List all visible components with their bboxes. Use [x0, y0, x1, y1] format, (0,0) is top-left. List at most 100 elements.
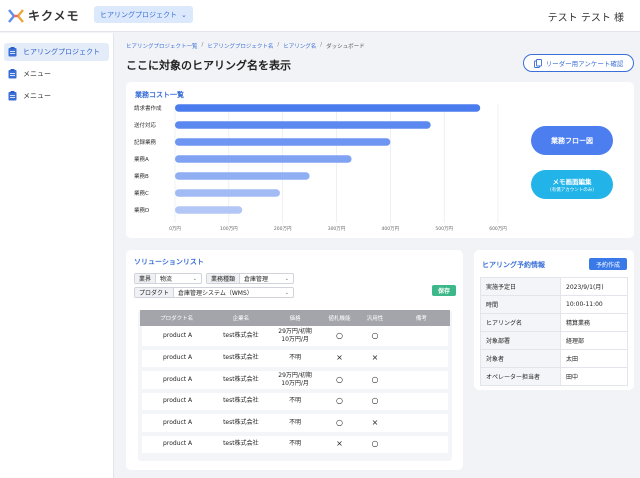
- company-cell: test株式会社: [213, 390, 269, 414]
- clipboard-icon: [8, 47, 17, 57]
- solution-table: プロダクト名 企業名 価格 値札機能 汎用性 備考 product Atest株…: [138, 310, 452, 457]
- versatility-mark: ○: [357, 369, 393, 393]
- sidebar-item-hearing-project[interactable]: ヒアリングプロジェクト: [4, 43, 109, 61]
- category-label: 業務C: [134, 189, 149, 197]
- breadcrumb-link[interactable]: ヒアリングプロジェクト一覧: [126, 42, 198, 50]
- column-header: 企業名: [213, 310, 269, 326]
- x-tick-label: 300万円: [328, 226, 346, 232]
- chevron-down-icon: ⌄: [192, 275, 197, 282]
- product-filter-value: 倉庫管理システム（WMS）: [178, 290, 253, 297]
- category-label: 業務D: [134, 206, 149, 214]
- price-tag-mark: ×: [321, 433, 358, 457]
- solution-table-body: product Atest株式会社 29万円/初期 10万円/月 ○ ○ product…: [138, 326, 452, 457]
- table-header-row: プロダクト名 企業名 価格 値札機能 汎用性 備考: [140, 310, 450, 326]
- column-header: 価格: [268, 310, 322, 326]
- breadcrumb-link[interactable]: ヒアリングプロジェクト名: [207, 42, 273, 50]
- column-header: プロダクト名: [140, 310, 214, 326]
- schedule-row: 対象部署 経理部: [480, 331, 628, 350]
- price-tag-mark: ×: [321, 347, 358, 371]
- company-cell: test株式会社: [213, 347, 269, 371]
- table-row[interactable]: product Atest株式会社 29万円/初期 10万円/月 ○ ○: [138, 369, 452, 393]
- breadcrumb: ヒアリングプロジェクト一覧 / ヒアリングプロジェクト名 / ヒアリング名 / …: [126, 42, 365, 50]
- breadcrumb-current: ダッシュボード: [326, 44, 365, 50]
- app-logo[interactable]: キクメモ: [8, 7, 80, 24]
- product-filter[interactable]: プロダクト 倉庫管理システム（WMS） ⌄: [134, 287, 294, 298]
- schedule-value: 経理部: [560, 331, 628, 350]
- versatility-mark: ×: [357, 347, 393, 371]
- schedule-row: 実施予定日 2023/9/1(月): [480, 277, 628, 296]
- company-cell: test株式会社: [213, 369, 269, 393]
- top-bar: キクメモ ヒアリングプロジェクト ⌄ テスト テスト 様: [0, 0, 640, 32]
- schedule-key: 対象者: [480, 349, 561, 368]
- project-select-value: ヒアリングプロジェクト: [100, 10, 177, 19]
- versatility-mark: ○: [357, 326, 393, 350]
- price-cell: 不明: [268, 390, 322, 414]
- table-row[interactable]: product Atest株式会社 不明 ○ ×: [138, 412, 452, 436]
- memo-edit-button[interactable]: メモ画面編集 (有償アカウントのみ): [531, 170, 613, 199]
- sidebar-item-menu[interactable]: メニュー: [4, 65, 109, 83]
- versatility-mark: ×: [357, 412, 393, 436]
- solution-panel-title: ソリューションリスト: [134, 258, 204, 266]
- logo-text: キクメモ: [28, 9, 80, 23]
- company-cell: test株式会社: [213, 326, 269, 350]
- schedule-row: 対象者 太田: [480, 349, 628, 368]
- price-cell: 不明: [268, 433, 322, 457]
- product-cell: product A: [138, 326, 214, 350]
- create-reservation-button[interactable]: 予約作成: [589, 258, 627, 270]
- price-cell: 29万円/初期 10万円/月: [268, 369, 322, 393]
- price-tag-mark: ○: [321, 390, 358, 414]
- cost-bar: [175, 104, 481, 112]
- sidebar-item-menu[interactable]: メニュー: [4, 87, 109, 105]
- price-cell: 不明: [268, 347, 322, 371]
- schedule-row: ヒアリング名 精算業務: [480, 313, 628, 332]
- job-type-filter[interactable]: 業務種類 倉庫管理 ⌄: [206, 273, 294, 284]
- logo-mark-icon: [8, 8, 24, 23]
- column-header: 汎用性: [357, 310, 393, 326]
- solution-panel: ソリューションリスト 業界 物流 ⌄ 業務種類 倉庫管理 ⌄ プロダクト 倉庫管理シ…: [126, 250, 463, 470]
- cost-bar: [175, 206, 243, 214]
- project-select[interactable]: ヒアリングプロジェクト ⌄: [94, 6, 193, 23]
- chevron-down-icon: ⌄: [284, 289, 289, 296]
- note-cell: [392, 369, 452, 393]
- industry-filter[interactable]: 業界 物流 ⌄: [134, 273, 202, 284]
- product-filter-label: プロダクト: [135, 288, 175, 297]
- table-row[interactable]: product Atest株式会社 不明 × ×: [138, 347, 452, 371]
- leader-survey-label: リーダー用アンケート確認: [545, 60, 624, 68]
- table-row[interactable]: product Atest株式会社 不明 × ○: [138, 433, 452, 457]
- clipboard-icon: [8, 91, 17, 101]
- schedule-key: オペレーター担当者: [480, 367, 561, 386]
- versatility-mark: ○: [357, 433, 393, 457]
- cost-bar: [175, 121, 431, 129]
- cost-bar: [175, 155, 352, 163]
- breadcrumb-separator: /: [201, 42, 204, 48]
- schedule-row: オペレーター担当者 田中: [480, 367, 628, 386]
- job-type-filter-label: 業務種類: [207, 274, 241, 283]
- category-label: 送付対応: [134, 121, 157, 129]
- price-tag-mark: ○: [321, 369, 358, 393]
- user-name[interactable]: テスト テスト 様: [548, 9, 624, 24]
- schedule-panel: ヒアリング予約情報 予約作成 実施予定日 2023/9/1(月) 時間 10:00-1…: [474, 250, 634, 390]
- versatility-mark: ○: [357, 390, 393, 414]
- leader-survey-button[interactable]: リーダー用アンケート確認: [523, 54, 634, 72]
- memo-edit-sublabel: (有償アカウントのみ): [549, 188, 594, 193]
- industry-filter-value: 物流: [160, 276, 173, 283]
- breadcrumb-link[interactable]: ヒアリング名: [283, 42, 316, 50]
- price-tag-mark: ○: [321, 412, 358, 436]
- category-label: 業務B: [134, 172, 149, 180]
- clipboard-icon: [8, 69, 17, 79]
- x-tick-label: 100万円: [220, 226, 238, 232]
- schedule-value: 2023/9/1(月): [560, 277, 628, 296]
- note-cell: [392, 347, 452, 371]
- schedule-key: 時間: [480, 295, 561, 314]
- x-tick-label: 600万円: [489, 226, 507, 232]
- x-tick-label: 200万円: [274, 226, 292, 232]
- memo-edit-label: メモ画面編集: [552, 178, 592, 186]
- workflow-diagram-button[interactable]: 業務フロー図: [531, 126, 613, 155]
- table-row[interactable]: product Atest株式会社 29万円/初期 10万円/月 ○ ○: [138, 326, 452, 350]
- category-label: 業務A: [134, 155, 149, 163]
- table-row[interactable]: product Atest株式会社 不明 ○ ○: [138, 390, 452, 414]
- price-tag-mark: ○: [321, 326, 358, 350]
- save-button[interactable]: 保存: [432, 285, 456, 296]
- product-cell: product A: [138, 369, 214, 393]
- chevron-down-icon: ⌄: [181, 10, 187, 19]
